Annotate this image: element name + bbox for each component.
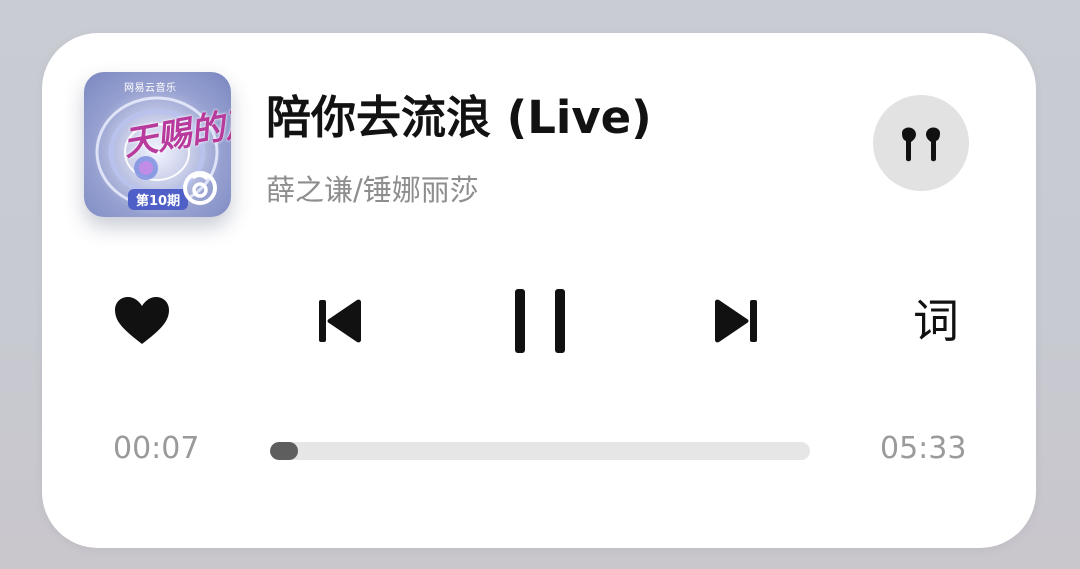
netease-logo-icon xyxy=(183,171,217,205)
next-track-button[interactable] xyxy=(708,291,764,351)
skip-previous-icon xyxy=(319,299,361,343)
total-duration: 05:33 xyxy=(880,431,967,466)
lyrics-button[interactable]: 词 xyxy=(902,289,970,353)
elapsed-time: 00:07 xyxy=(113,431,200,466)
cover-brand-text: 网易云音乐 xyxy=(124,83,177,94)
previous-track-button[interactable] xyxy=(312,291,368,351)
album-cover[interactable]: 网易云音乐 天赐的声音 第10期 xyxy=(84,72,231,217)
now-playing-card: 网易云音乐 天赐的声音 第10期 陪你去流浪 (Live) 薛之谦/锤娜丽莎 词… xyxy=(42,33,1036,548)
progress-bar[interactable] xyxy=(270,442,810,460)
skip-next-icon xyxy=(715,299,757,343)
song-title: 陪你去流浪 (Live) xyxy=(266,91,652,144)
heart-icon xyxy=(115,297,169,344)
progress-fill xyxy=(270,442,298,460)
song-artist: 薛之谦/锤娜丽莎 xyxy=(266,173,479,207)
earbuds-icon xyxy=(902,127,940,162)
pause-button[interactable] xyxy=(504,283,576,359)
cover-episode-badge: 第10期 xyxy=(128,189,189,210)
like-button[interactable] xyxy=(112,291,172,351)
audio-output-button[interactable] xyxy=(873,95,969,191)
pause-icon xyxy=(515,289,565,353)
